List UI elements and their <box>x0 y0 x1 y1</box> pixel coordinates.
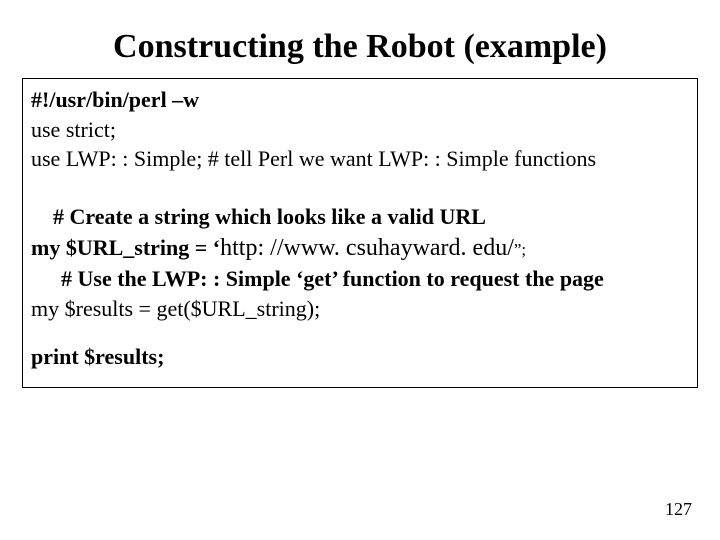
spacer <box>31 324 689 342</box>
code-box: #!/usr/bin/perl –w use strict; use LWP: … <box>22 78 698 388</box>
code-fragment-my-url: my $URL_string = ‘ <box>31 235 220 260</box>
code-line-use-lwp: use LWP: : Simple; # tell Perl we want L… <box>31 144 689 174</box>
code-comment-create-string: # Create a string which looks like a val… <box>31 202 689 232</box>
code-fragment-url: http: //www. csuhayward. edu/ <box>220 235 514 261</box>
code-line-results: my $results = get($URL_string); <box>31 294 689 324</box>
slide-title: Constructing the Robot (example) <box>0 0 720 78</box>
code-line-url-assign: my $URL_string = ‘http: //www. csuhaywar… <box>31 232 689 264</box>
code-comment-use-get: # Use the LWP: : Simple ‘get’ function t… <box>31 264 689 294</box>
code-fragment-close: ”; <box>514 240 526 259</box>
code-line-shebang: #!/usr/bin/perl –w <box>31 85 689 115</box>
slide: Constructing the Robot (example) #!/usr/… <box>0 0 720 540</box>
code-line-print: print $results; <box>31 342 689 372</box>
code-line-use-strict: use strict; <box>31 115 689 145</box>
spacer <box>31 174 689 202</box>
page-number: 127 <box>665 499 692 520</box>
